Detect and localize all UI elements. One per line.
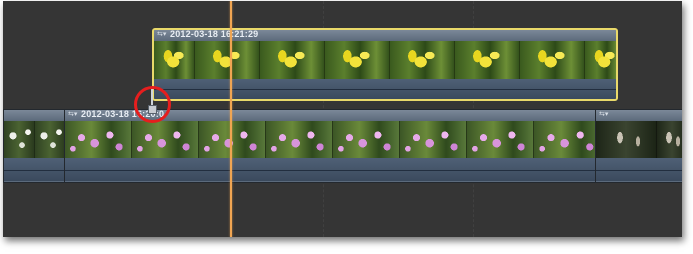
clip-audio-waveform xyxy=(65,158,595,181)
filmstrip-frame xyxy=(132,121,199,158)
filmstrip-frame xyxy=(455,41,520,79)
filmstrip-frame xyxy=(65,121,132,158)
timeline-panel: ⇆▾ 2012-03-18 16:21:29 ⇆▾ 2012-03-18 16:… xyxy=(3,1,682,237)
connected-clip[interactable]: ⇆▾ 2012-03-18 16:21:29 xyxy=(152,28,618,101)
primary-clip[interactable] xyxy=(3,109,65,183)
clip-filmstrip xyxy=(596,121,682,158)
filmstrip-frame xyxy=(325,41,390,79)
primary-clip[interactable]: ⇆▾ xyxy=(595,109,682,183)
filmstrip-frame xyxy=(154,41,195,79)
filmstrip-frame xyxy=(390,41,455,79)
filmstrip-frame xyxy=(35,121,64,158)
clip-filmstrip xyxy=(4,121,64,158)
clip-audio-waveform xyxy=(154,79,616,99)
filmstrip-frame xyxy=(195,41,260,79)
highlight-circle xyxy=(134,86,171,123)
playhead[interactable] xyxy=(230,1,232,237)
filmstrip-frame xyxy=(4,121,35,158)
filmstrip-frame xyxy=(266,121,333,158)
filmstrip-frame xyxy=(585,41,616,79)
clip-filmstrip xyxy=(65,121,595,158)
filmstrip-frame xyxy=(333,121,400,158)
filmstrip-frame xyxy=(467,121,534,158)
filmstrip-frame xyxy=(400,121,467,158)
filmstrip-frame xyxy=(199,121,266,158)
filmstrip-frame xyxy=(260,41,325,79)
clip-title: 2012-03-18 16:21:29 xyxy=(170,29,259,39)
filmstrip-frame xyxy=(657,121,682,158)
clip-menu-icon[interactable]: ⇆▾ xyxy=(68,111,77,119)
filmstrip-frame xyxy=(534,121,595,158)
filmstrip-frame xyxy=(596,121,657,158)
clip-menu-icon[interactable]: ⇆▾ xyxy=(599,111,608,119)
clip-audio-waveform xyxy=(4,158,64,181)
filmstrip-frame xyxy=(520,41,585,79)
clip-audio-waveform xyxy=(596,158,682,181)
clip-filmstrip xyxy=(154,41,616,79)
clip-menu-icon[interactable]: ⇆▾ xyxy=(157,31,166,39)
